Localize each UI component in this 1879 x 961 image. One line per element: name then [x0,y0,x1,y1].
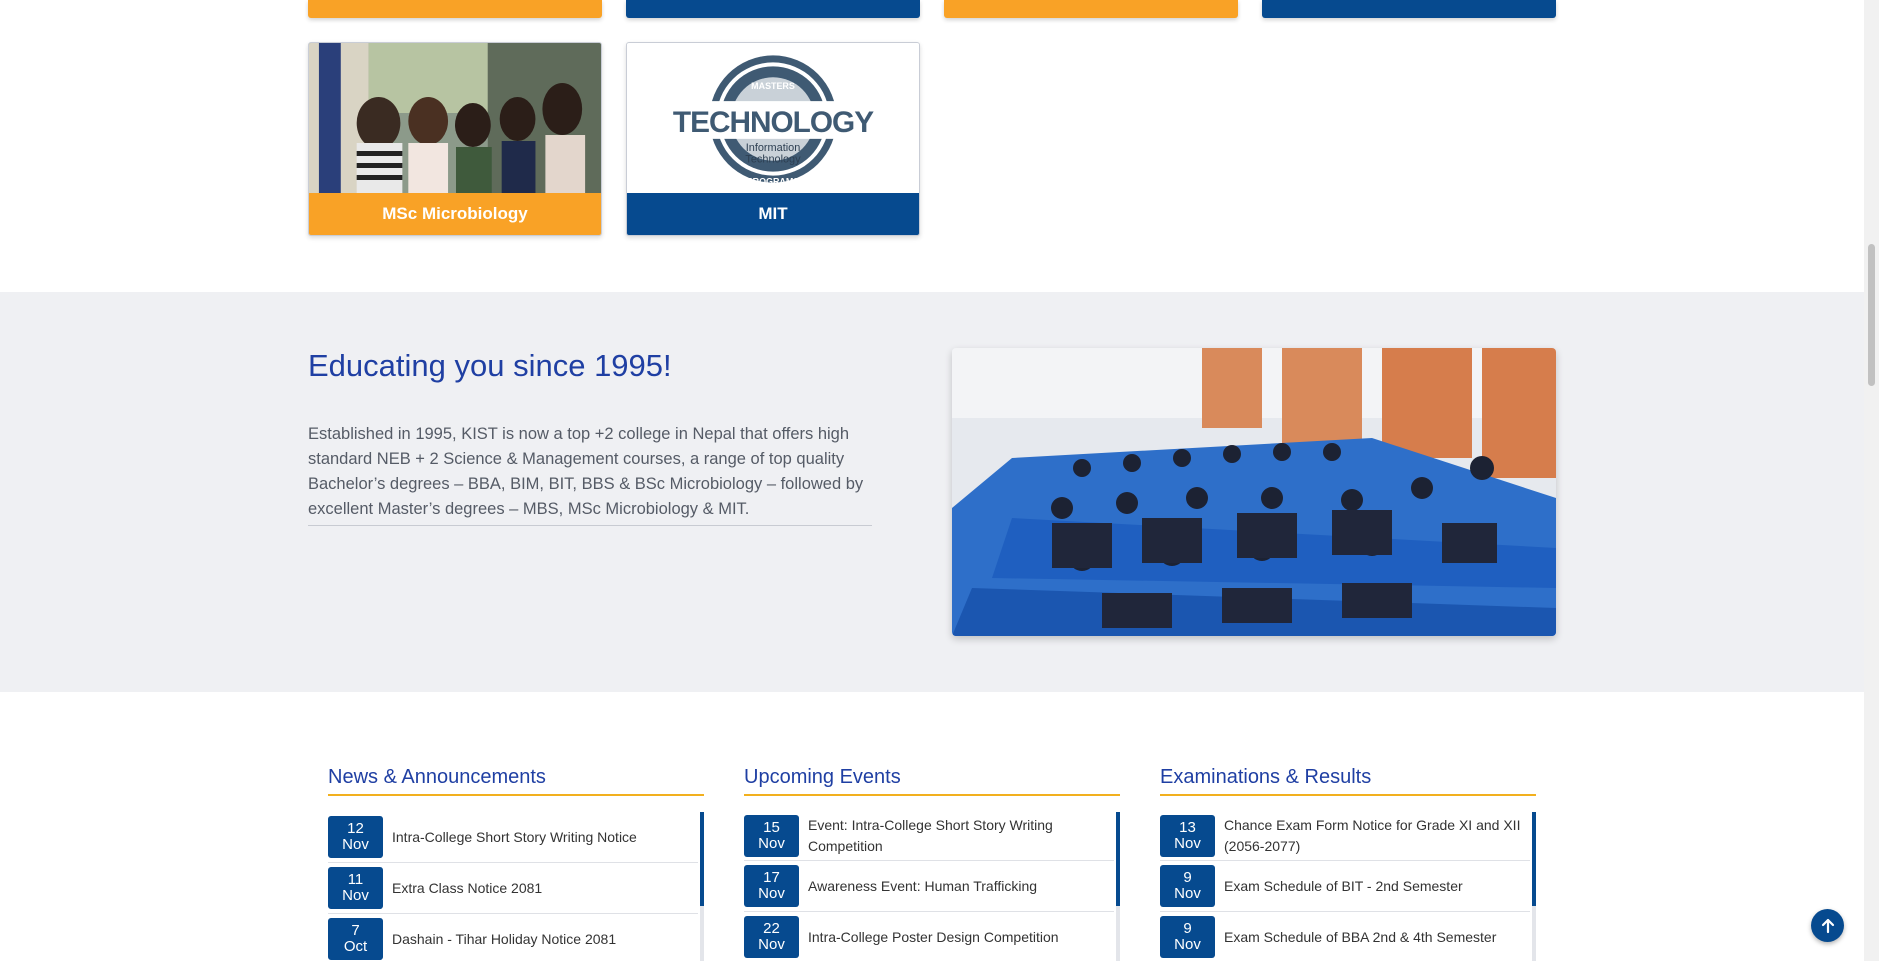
column-title: News & Announcements [328,766,704,796]
events-list[interactable]: 15 Nov Event: Intra-College Short Story W… [744,812,1120,961]
list-item[interactable]: 12 Nov Intra-College Short Story Writing … [328,812,698,863]
examinations-results-column: Examinations & Results 13 Nov Chance Exam… [1160,766,1536,961]
classroom-photo [952,348,1556,636]
list-item[interactable]: 15 Nov Event: Intra-College Short Story W… [744,812,1114,861]
page: MSc Microbiology MASTERS TECHNOLOGY Info… [0,0,1879,961]
students-photo [309,43,601,194]
svg-text:Information: Information [746,142,801,154]
list-item[interactable]: 11 Nov Extra Class Notice 2081 [328,863,698,914]
item-title[interactable]: Intra-College Short Story Writing Notice [392,827,637,848]
date-badge: 15 Nov [744,815,799,857]
item-title[interactable]: Event: Intra-College Short Story Writing… [808,815,1114,857]
news-list[interactable]: 12 Nov Intra-College Short Story Writing … [328,812,704,961]
item-title[interactable]: Awareness Event: Human Trafficking [808,876,1037,897]
upcoming-events-column: Upcoming Events 15 Nov Event: Intra-Colle… [744,766,1120,961]
program-card-mbs[interactable] [944,0,1238,18]
date-badge: 7 Oct [328,918,383,960]
arrow-up-icon [1821,918,1834,933]
column-title: Upcoming Events [744,766,1120,796]
page-scrollbar[interactable] [1864,0,1879,961]
item-title[interactable]: Intra-College Poster Design Competition [808,927,1059,948]
list-item[interactable]: 13 Nov Chance Exam Form Notice for Grade … [1160,812,1530,861]
program-card-bsc-microbiology[interactable] [1262,0,1556,18]
date-badge: 13 Nov [1160,815,1215,857]
item-title[interactable]: Exam Schedule of BBA 2nd & 4th Semester [1224,927,1496,948]
date-badge: 9 Nov [1160,916,1215,958]
program-card-msc-microbiology[interactable]: MSc Microbiology [308,42,602,236]
date-badge: 9 Nov [1160,865,1215,907]
program-card-bbs[interactable] [626,0,920,18]
list-item[interactable]: 7 Oct Dashain - Tihar Holiday Notice 2081 [328,914,698,961]
back-to-top-button[interactable] [1811,909,1844,942]
column-title: Examinations & Results [1160,766,1536,796]
list-item[interactable]: 9 Nov Exam Schedule of BIT - 2nd Semester [1160,861,1530,912]
about-heading: Educating you since 1995! [308,348,672,383]
date-badge: 12 Nov [328,816,383,858]
item-title[interactable]: Chance Exam Form Notice for Grade XI and… [1224,815,1530,857]
news-announcements-column: News & Announcements 12 Nov Intra-College… [328,766,704,961]
item-title[interactable]: Extra Class Notice 2081 [392,878,542,899]
program-card-mit[interactable]: MASTERS TECHNOLOGY Information Technolog… [626,42,920,236]
list-item[interactable]: 9 Nov Exam Schedule of BBA 2nd & 4th Seme… [1160,912,1530,961]
svg-text:TECHNOLOGY: TECHNOLOGY [673,106,874,139]
program-card-bit[interactable] [308,0,602,18]
program-card-label: MIT [627,193,919,235]
about-text: Established in 1995, KIST is now a top +… [308,422,872,526]
svg-text:Technology: Technology [745,154,801,166]
list-item[interactable]: 22 Nov Intra-College Poster Design Compet… [744,912,1114,961]
program-card-label: MSc Microbiology [309,193,601,235]
svg-text:PROGRAMS: PROGRAMS [747,177,800,187]
mit-logo: MASTERS TECHNOLOGY Information Technolog… [627,43,919,194]
item-title[interactable]: Exam Schedule of BIT - 2nd Semester [1224,876,1463,897]
scrollbar-thumb[interactable] [1868,244,1875,386]
item-title[interactable]: Dashain - Tihar Holiday Notice 2081 [392,929,616,950]
svg-text:MASTERS: MASTERS [751,81,795,91]
date-badge: 11 Nov [328,867,383,909]
date-badge: 22 Nov [744,916,799,958]
list-item[interactable]: 17 Nov Awareness Event: Human Trafficking [744,861,1114,912]
programs-section: MSc Microbiology MASTERS TECHNOLOGY Info… [0,0,1864,292]
exams-list[interactable]: 13 Nov Chance Exam Form Notice for Grade … [1160,812,1536,961]
date-badge: 17 Nov [744,865,799,907]
about-section: Educating you since 1995! Established in… [0,292,1864,692]
